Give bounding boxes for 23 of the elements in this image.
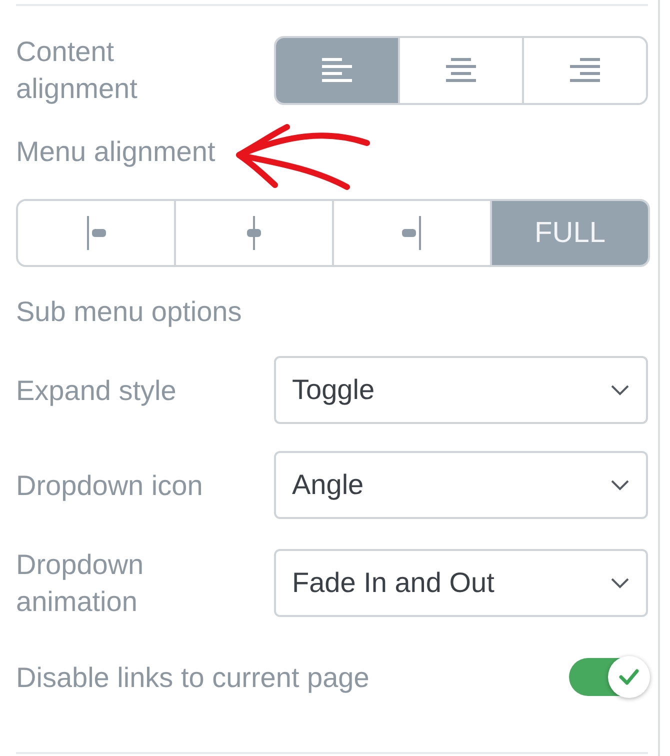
justify-center-icon [244,216,264,250]
chevron-down-icon [610,479,630,491]
align-right-button[interactable] [522,38,646,102]
field-label: Content alignment [16,35,138,106]
align-left-button[interactable] [276,38,398,102]
justify-end-icon [402,216,422,250]
align-right-icon [570,58,600,82]
field-label: Menu alignment [16,135,216,169]
section-title: Sub menu options [16,295,243,329]
chevron-down-icon [610,384,630,396]
chevron-down-icon [610,577,630,589]
field-label: Dropdown icon [16,468,204,503]
toggle-switch[interactable] [569,658,648,696]
field-label: Dropdown animation [16,548,145,619]
dropdown[interactable]: Toggle [274,356,648,424]
check-icon [619,669,639,685]
field-label: Disable links to current page [16,660,370,695]
justify-start-icon [86,216,106,250]
field-label: Expand style [16,374,178,408]
align-center-icon [446,58,476,82]
dropdown[interactable]: Angle [274,451,648,519]
dropdown[interactable]: Fade In and Out [274,549,648,617]
align-left-icon [322,58,352,82]
